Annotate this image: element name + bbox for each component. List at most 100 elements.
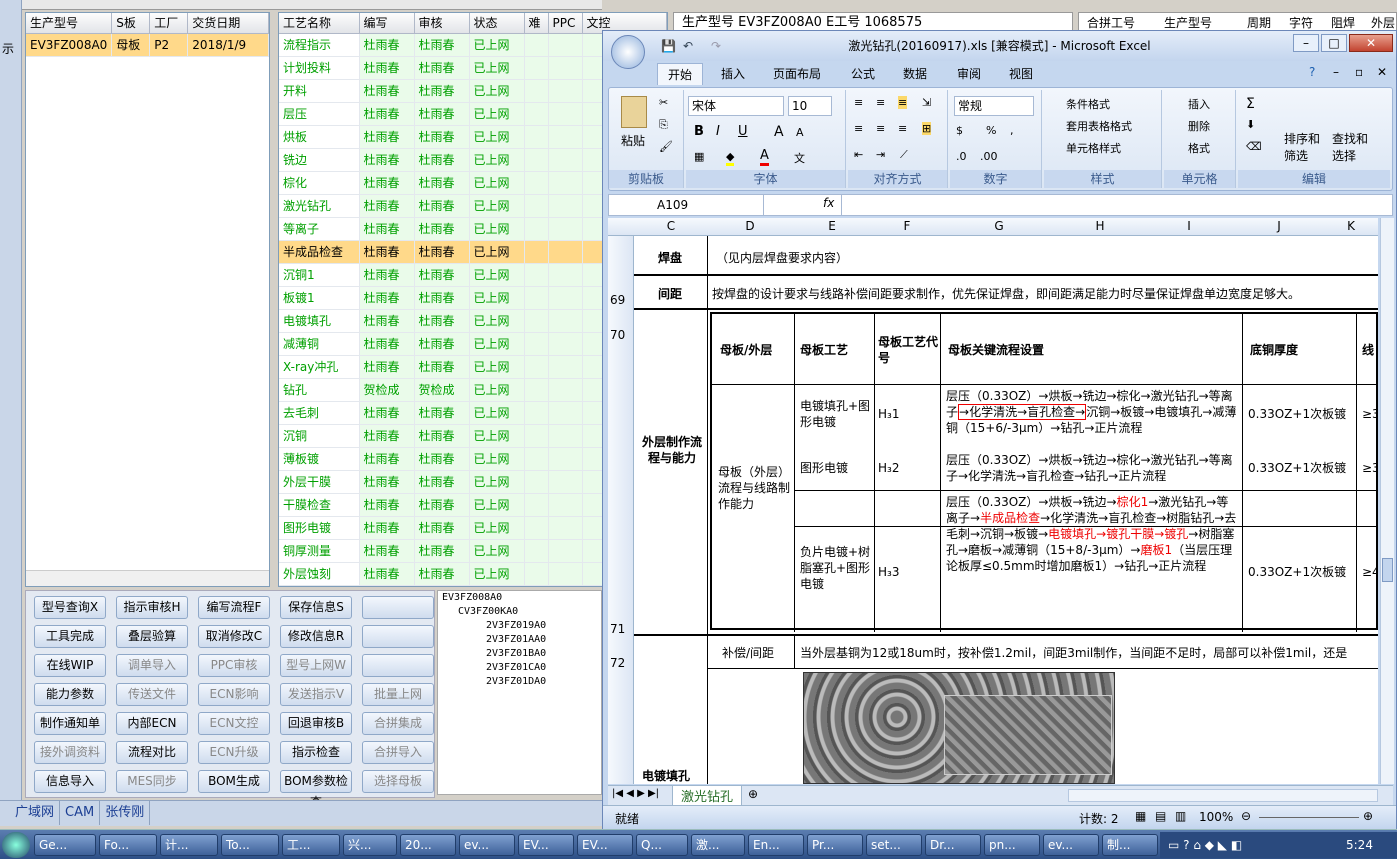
cell-c69[interactable]: 焊盘 [658, 250, 682, 266]
action-button[interactable]: 编写流程F [198, 596, 270, 619]
action-button[interactable]: MES同步 [116, 770, 188, 793]
taskbar-item[interactable]: EV... [518, 834, 574, 856]
tree-node[interactable]: 2V3FZ019A0 [438, 619, 601, 633]
action-button[interactable]: 信息导入 [34, 770, 106, 793]
tree-node[interactable]: 2V3FZ01AA0 [438, 633, 601, 647]
sheet-nav-icon[interactable]: |◀ ◀ ▶ ▶| [612, 788, 659, 799]
taskbar-item[interactable]: pn... [984, 834, 1040, 856]
col-header[interactable]: 难 [524, 13, 549, 34]
orientation-icon[interactable]: ⟋ [900, 148, 908, 162]
align-top-icon[interactable]: ≡ [854, 96, 863, 109]
action-button[interactable]: 取消修改C [198, 625, 270, 648]
taskbar-item[interactable]: Dr... [925, 834, 981, 856]
tree-node[interactable]: EV3FZ008A0 [438, 591, 601, 605]
office-button[interactable] [611, 35, 645, 69]
action-button[interactable] [362, 654, 434, 677]
percent-icon[interactable]: % [986, 124, 996, 137]
help-icon[interactable]: ? [1309, 65, 1315, 79]
action-button[interactable]: 回退审核B [280, 712, 352, 735]
taskbar-item[interactable]: 制... [1102, 834, 1158, 856]
col-j[interactable]: J [1234, 219, 1324, 233]
align-left-icon[interactable]: ≡ [854, 122, 863, 135]
tab-home[interactable]: 开始 [657, 63, 704, 85]
action-button[interactable]: BOM生成 [198, 770, 270, 793]
format-as-table-button[interactable]: 套用表格格式 [1066, 118, 1132, 134]
start-button[interactable] [2, 832, 30, 858]
cell-c70[interactable]: 间距 [658, 286, 682, 302]
cell-d70[interactable]: 按焊盘的设计要求与线路补偿间距要求制作，优先保证焊盘，即间距满足能力时尽量保证焊… [712, 286, 1300, 302]
action-button[interactable]: 型号上网W [280, 654, 352, 677]
ribbon-minimize-icon[interactable]: – [1333, 65, 1339, 79]
fx-icon[interactable]: fx [823, 196, 834, 210]
col-i[interactable]: I [1144, 219, 1234, 233]
page-layout-view-icon[interactable]: ▤ [1155, 809, 1166, 823]
conditional-format-button[interactable]: 条件格式 [1066, 96, 1110, 112]
shrink-font-icon[interactable]: A [796, 126, 804, 139]
normal-view-icon[interactable]: ▦ [1135, 809, 1146, 823]
scroll-thumb[interactable] [1382, 558, 1393, 582]
col-header[interactable]: 工艺名称 [279, 13, 360, 34]
action-button[interactable]: 指示审核H [116, 596, 188, 619]
tab-data[interactable]: 数据 [903, 65, 927, 82]
tree-node[interactable]: 2V3FZ01CA0 [438, 661, 601, 675]
insert-cells-button[interactable]: 插入 [1188, 96, 1210, 112]
action-button[interactable]: 型号查询X [34, 596, 106, 619]
tab-insert[interactable]: 插入 [721, 65, 745, 82]
grow-font-icon[interactable]: A [774, 124, 784, 140]
col-h[interactable]: H [1056, 219, 1144, 233]
taskbar-item[interactable]: To... [221, 834, 279, 856]
taskbar-item[interactable]: Ge... [34, 834, 96, 856]
copy-icon[interactable]: ⎘ [659, 118, 668, 132]
order-row[interactable]: EV3FZ008A0 母板 P2 2018/1/9 [26, 33, 269, 57]
page-break-view-icon[interactable]: ▥ [1175, 809, 1186, 823]
tree-node[interactable]: CV3FZ00KA0 [438, 605, 601, 619]
action-button[interactable]: 流程对比 [116, 741, 188, 764]
tree-node[interactable]: 2V3FZ01BA0 [438, 647, 601, 661]
action-button[interactable]: 选择母板 [362, 770, 434, 793]
maximize-button[interactable]: □ [1321, 34, 1347, 52]
cell-d69[interactable]: （见内层焊盘要求内容） [716, 250, 848, 266]
row-71[interactable]: 71 [610, 622, 625, 636]
col-c[interactable]: C [634, 219, 708, 233]
action-button[interactable] [362, 625, 434, 648]
clear-icon[interactable]: ⌫ [1246, 140, 1262, 153]
col-f[interactable]: F [872, 219, 942, 233]
format-cells-button[interactable]: 格式 [1188, 140, 1210, 156]
minimize-button[interactable]: – [1293, 34, 1319, 52]
excel-window[interactable]: 💾 ↶ ↷ 激光钻孔(20160917).xls [兼容模式] - Micros… [602, 30, 1397, 829]
zoom-out-icon[interactable]: ⊖ [1241, 809, 1251, 823]
formula-input[interactable] [841, 195, 1392, 215]
action-button[interactable]: 传送文件 [116, 683, 188, 706]
tray-icons[interactable]: ▭ ? ⌂ ◆ ◣ ◧ [1168, 838, 1242, 852]
ribbon-restore-icon[interactable]: ▫ [1355, 65, 1363, 79]
col-header[interactable]: 审核 [414, 13, 470, 34]
tab-wan[interactable]: 广域网 [10, 801, 61, 825]
action-button[interactable]: PPC审核 [198, 654, 270, 677]
action-button[interactable]: 在线WIP [34, 654, 106, 677]
col-header[interactable]: 生产型号 [26, 13, 113, 34]
col-header[interactable]: 状态 [469, 13, 525, 34]
insert-sheet-icon[interactable]: ⊕ [748, 787, 758, 801]
comma-icon[interactable]: , [1010, 124, 1014, 137]
model-tree[interactable]: EV3FZ008A0 CV3FZ00KA0 2V3FZ019A0 2V3FZ01AA0… [437, 590, 602, 795]
font-name-select[interactable]: 宋体 [688, 96, 784, 116]
decrease-decimal-icon[interactable]: .00 [980, 150, 998, 163]
underline-icon[interactable]: U [738, 124, 748, 139]
number-format-select[interactable]: 常规 [954, 96, 1034, 116]
find-select-button[interactable]: 查找和 选择 [1332, 130, 1368, 164]
delete-cells-button[interactable]: 删除 [1188, 118, 1210, 134]
col-header[interactable]: 交货日期 [187, 13, 269, 34]
align-right-icon[interactable]: ≡ [898, 122, 907, 135]
action-button[interactable]: 保存信息S [280, 596, 352, 619]
sort-filter-button[interactable]: 排序和 筛选 [1284, 130, 1320, 164]
action-button[interactable]: 修改信息R [280, 625, 352, 648]
fill-color-icon[interactable]: ◆ [726, 150, 735, 166]
taskbar-item[interactable]: EV... [577, 834, 633, 856]
action-button[interactable]: 能力参数 [34, 683, 106, 706]
cell-e72[interactable]: 当外层基铜为12或18um时，按补偿1.2mil，间距3mil制作，当间距不足时… [800, 645, 1347, 661]
currency-icon[interactable]: $ [956, 124, 963, 137]
action-button[interactable]: ECN影响 [198, 683, 270, 706]
taskbar-item[interactable]: Q... [636, 834, 688, 856]
paste-button[interactable]: 粘贴 [621, 132, 645, 149]
col-header[interactable]: S板 [111, 13, 151, 34]
